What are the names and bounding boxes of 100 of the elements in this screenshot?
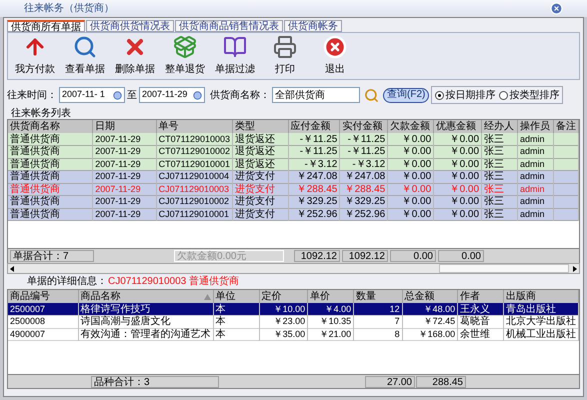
table-cell: CT071129010001 <box>158 158 230 169</box>
table-cell: ￥4.00 <box>324 304 352 314</box>
table-cell: 余世维 <box>460 328 490 340</box>
table-cell: 8 <box>394 328 400 339</box>
table-cell: 格律诗写作技巧 <box>80 304 151 314</box>
date-field[interactable]: 2007-11- 1 <box>59 87 125 103</box>
time-label: 往来时间： <box>7 88 57 102</box>
sort-radio[interactable]: 按日期排序 <box>435 88 496 102</box>
supplier-label: 供货商名称： <box>210 88 270 102</box>
table-cell: ￥0.00 <box>402 208 432 220</box>
table-row[interactable]: 普通供货商 2007-11-29 CT071129010003 退货返还 -￥11.25 -￥11.25 ￥0.00 ￥0.00 张三 admin <box>8 133 578 146</box>
document-count: 单据合计：7 <box>10 250 94 262</box>
table-cell: ￥0.00 <box>450 158 480 170</box>
debt-total: 欠款金额0.00元 <box>174 250 284 262</box>
table-row[interactable]: 2500007 格律诗写作技巧 本 ￥10.00 ￥4.00 12 ￥48.00 王永义 青岛出版社 <box>8 303 578 316</box>
toolbar-button[interactable]: 我方付款 <box>12 34 58 78</box>
tab[interactable]: 供货商供货情况表 <box>86 20 174 32</box>
table-cell: 张三 <box>484 184 504 195</box>
table-row[interactable]: 普通供货商 2007-11-29 CJ071129010004 进货支付 ￥247.08 ￥247.08 ￥0.00 ￥0.00 张三 admin <box>8 170 578 183</box>
table-cell: 普通供货商 <box>10 134 60 144</box>
table-cell: CJ071129010004 <box>158 171 230 182</box>
table-cell: ￥10.00 <box>274 304 306 314</box>
table-cell: 7 <box>394 316 400 326</box>
table-cell: ￥168.00 <box>418 328 456 339</box>
table-cell: ￥0.00 <box>402 146 432 158</box>
table-cell: 2007-11-29 <box>95 171 141 182</box>
spinner-icon[interactable] <box>193 90 202 100</box>
table-cell: 张三 <box>484 208 504 220</box>
table-row[interactable]: 普通供货商 2007-11-29 CT071129010001 退货返还 -￥3.12 -￥3.12 ￥0.00 ￥0.00 张三 admin <box>8 158 578 170</box>
sort-radio[interactable]: 按类型排序 <box>499 88 560 102</box>
table-cell: ￥0.00 <box>402 134 432 144</box>
table-cell: admin <box>520 196 545 206</box>
table-cell: ￥0.00 <box>450 171 480 182</box>
table-cell: 本 <box>216 316 226 328</box>
total-cell: 0.00 <box>390 250 436 262</box>
table-cell: 12 <box>390 304 400 314</box>
toolbar-button[interactable]: 退出 <box>312 34 358 78</box>
table-cell: ￥0.00 <box>450 196 480 208</box>
table-row[interactable]: 普通供货商 2007-11-29 CT071129010002 退货返还 -￥11.25 -￥11.25 ￥0.00 ￥0.00 张三 admin <box>8 146 578 158</box>
toolbar-button[interactable]: 打印 <box>262 34 308 78</box>
table-cell: 2500008 <box>10 316 46 326</box>
table-cell: ￥0.00 <box>450 146 480 158</box>
table-row[interactable]: 普通供货商 2007-11-29 CJ071129010002 进货支付 ￥329.25 ￥329.25 ￥0.00 ￥0.00 张三 admin <box>8 196 578 208</box>
table-cell: CT071129010003 <box>158 134 230 144</box>
spinner-icon[interactable] <box>113 90 122 100</box>
table-cell: 进货支付 <box>235 196 276 208</box>
table-cell: ￥252.96 <box>296 208 338 220</box>
date-field[interactable]: 2007-11-29 <box>139 87 205 103</box>
horizontal-scrollbar[interactable] <box>7 263 580 274</box>
table-cell: 青岛出版社 <box>506 304 556 314</box>
total-cell: 1092.12 <box>342 250 388 262</box>
total-cell: 27.00 <box>365 376 415 388</box>
table-cell: admin <box>520 184 545 194</box>
item-count: 品种合计：3 <box>91 376 219 388</box>
table-cell: -￥3.12 <box>352 158 386 170</box>
table-cell: ￥247.08 <box>344 171 386 182</box>
table-cell: ￥252.96 <box>344 208 386 220</box>
scroll-thumb[interactable] <box>439 264 569 273</box>
total-cell: 288.45 <box>416 376 466 388</box>
tab[interactable]: 供货商商品销售情况表 <box>175 20 283 32</box>
query-button[interactable]: 查询(F2) <box>383 88 430 102</box>
table-cell: ￥329.25 <box>344 196 386 208</box>
table-cell: 北京大学出版社 <box>506 316 576 328</box>
table-row[interactable]: 普通供货商 2007-11-29 CJ071129010001 进货支付 ￥252.96 ￥252.96 ￥0.00 ￥0.00 张三 admin <box>8 208 578 220</box>
supplier-field[interactable]: 全部供货商 <box>272 87 360 103</box>
sort-arrow-icon <box>204 294 211 300</box>
toolbar-button[interactable]: 查看单据 <box>62 34 108 78</box>
table-cell: 2007-11-29 <box>95 146 141 156</box>
detail-value: CJ071129010003 普通供货商 <box>108 274 239 289</box>
to-label: 至 <box>127 88 137 102</box>
close-icon <box>323 35 347 59</box>
table-cell: -￥3.12 <box>304 158 338 170</box>
toolbar-button[interactable]: 删除单据 <box>112 34 158 78</box>
toolbar-button[interactable]: 整单退货 <box>162 34 208 78</box>
table-row[interactable]: 2500008 诗国高潮与盛唐文化 本 ￥23.00 ￥10.35 7 ￥72.45 葛晓音 北京大学出版社 <box>8 316 578 328</box>
table-cell: 张三 <box>484 146 504 158</box>
table-cell: ￥23.00 <box>274 316 306 326</box>
table-cell: ￥247.08 <box>296 171 338 182</box>
table-cell: ￥329.25 <box>296 196 338 208</box>
table-cell: 有效沟通：管理者的沟通艺术 <box>80 328 211 340</box>
table-cell: 张三 <box>484 171 504 182</box>
group-title: 往来帐务列表 <box>11 108 72 119</box>
window-title: 往来帐务（供货商） <box>24 2 114 16</box>
table-cell: 2007-11-29 <box>95 208 141 219</box>
table-cell: -￥11.25 <box>300 146 338 158</box>
table-cell: admin <box>520 134 545 144</box>
table-cell: CJ071129010003 <box>158 184 230 194</box>
table-cell: 进货支付 <box>235 171 276 182</box>
table-cell: admin <box>520 171 545 182</box>
toolbar-button[interactable]: 单据过滤 <box>212 34 258 78</box>
table-cell: 张三 <box>484 134 504 144</box>
table-cell: 本 <box>216 304 226 314</box>
close-icon[interactable] <box>550 2 563 15</box>
tab[interactable]: 供货商所有单据 <box>7 20 85 32</box>
table-row[interactable]: 4900007 有效沟通：管理者的沟通艺术 本 ￥35.00 ￥21.00 8 ￥168.00 余世维 机械工业出版社 <box>8 328 578 340</box>
table-cell: -￥11.25 <box>348 134 386 144</box>
table-cell: 2007-11-29 <box>95 196 141 206</box>
table-cell: 普通供货商 <box>10 196 60 208</box>
tab[interactable]: 供货商帐务 <box>284 20 342 32</box>
package-icon <box>173 35 197 59</box>
